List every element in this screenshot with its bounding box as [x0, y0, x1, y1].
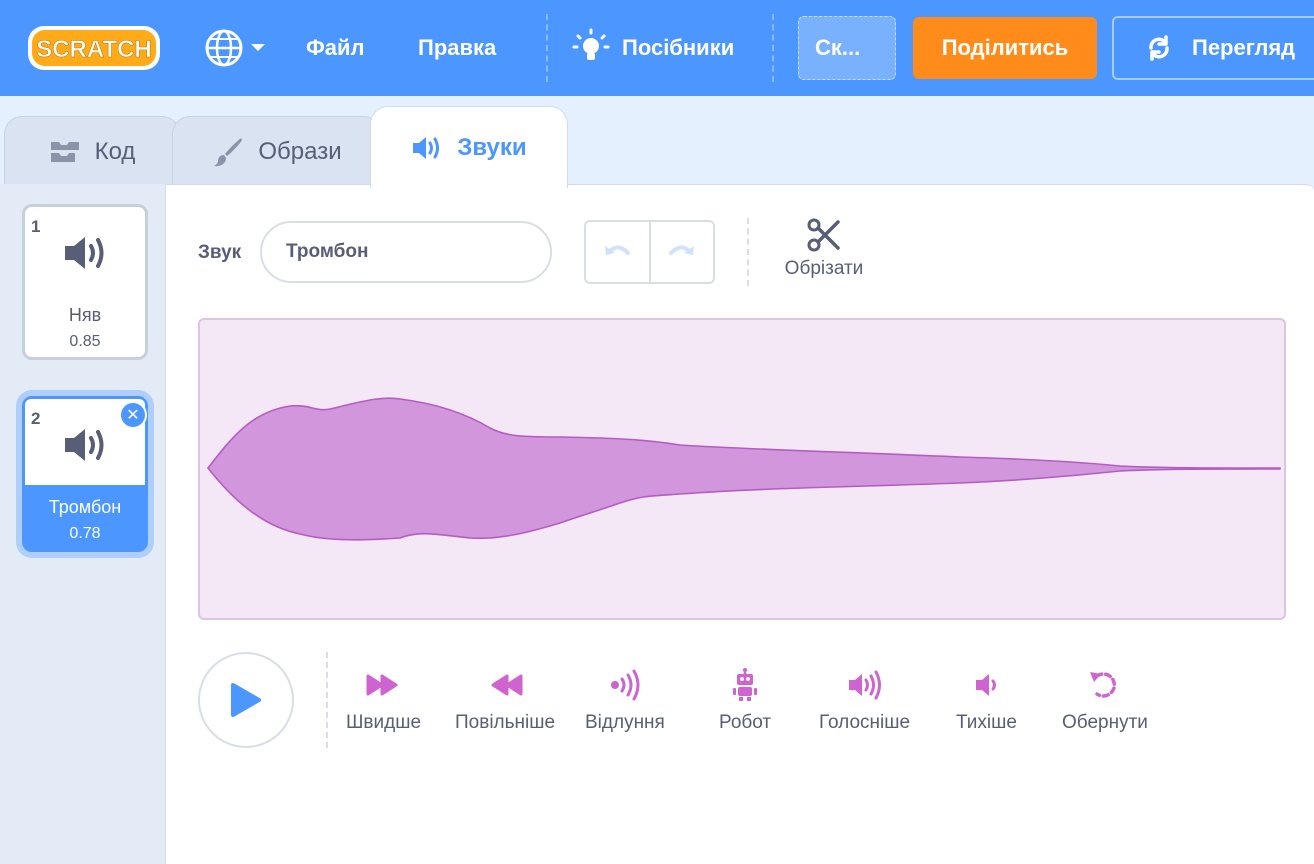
tab-code[interactable]: Код — [4, 116, 180, 186]
arrows-circle-icon — [1149, 35, 1169, 61]
sound-duration: 0.78 — [69, 525, 101, 542]
effects-divider — [326, 652, 328, 748]
tutorials-label: Посібники — [622, 35, 735, 60]
sound-duration: 0.85 — [69, 333, 101, 350]
play-button[interactable] — [198, 652, 294, 748]
effect-slower-label: Повільніше — [455, 712, 556, 733]
chevron-down-icon — [251, 44, 265, 51]
redo-icon — [668, 245, 694, 255]
project-title-input[interactable]: Ск... — [798, 16, 896, 80]
tab-sounds-label: Звуки — [457, 133, 527, 161]
sound-tile[interactable]: 1 Няв 0.85 — [22, 204, 148, 360]
see-project-button[interactable]: Перегляд — [1112, 16, 1314, 80]
speaker-icon — [413, 136, 440, 159]
effect-echo-button[interactable]: Відлуння — [585, 668, 665, 740]
sound-index: 2 — [31, 409, 41, 428]
effect-robot-label: Робот — [719, 712, 772, 733]
effect-reverse-button[interactable]: Обернути — [1062, 668, 1148, 740]
tab-sounds[interactable]: Звуки — [370, 106, 568, 188]
effect-softer-label: Тихіше — [956, 712, 1017, 733]
rewind-icon — [491, 674, 523, 696]
sound-name: Няв — [68, 305, 102, 325]
tab-costumes[interactable]: Образи — [172, 116, 382, 186]
speaker-icon — [65, 237, 104, 269]
play-icon — [231, 683, 261, 717]
effect-faster-button[interactable]: Швидше — [346, 668, 421, 740]
language-menu[interactable] — [204, 26, 274, 70]
share-button[interactable]: Поділитись — [913, 17, 1097, 79]
trim-label: Обрізати — [784, 258, 864, 279]
sound-index: 1 — [31, 217, 41, 236]
reverse-icon — [1089, 672, 1116, 698]
menu-divider — [772, 14, 774, 82]
waveform — [206, 397, 1281, 541]
sound-tile-selected[interactable]: 2 ✕ Тромбон 0.78 — [22, 396, 148, 552]
effect-softer-button[interactable]: Тихіше — [956, 668, 1017, 740]
menu-bar: SCRATCH Файл Правка Посібники Ск... Поді… — [0, 0, 1314, 96]
effect-robot-button[interactable]: Робот — [719, 668, 771, 740]
scratch-logo[interactable]: SCRATCH — [26, 22, 162, 74]
lightbulb-icon — [572, 28, 610, 60]
waveform-container[interactable] — [198, 318, 1286, 620]
tab-costumes-label: Образи — [258, 137, 342, 165]
code-blocks-icon — [50, 141, 79, 162]
scissors-icon — [807, 218, 840, 252]
effect-louder-label: Голосніше — [819, 712, 911, 733]
effect-faster-label: Швидше — [346, 712, 422, 733]
delete-sound-button[interactable]: ✕ — [119, 401, 147, 429]
sound-name-label: Звук — [198, 242, 242, 263]
softer-icon — [976, 674, 997, 696]
effect-reverse-label: Обернути — [1062, 712, 1148, 733]
menu-edit[interactable]: Правка — [418, 0, 496, 96]
sound-list: 1 Няв 0.85 2 ✕ Тромбон 0.78 — [0, 184, 166, 864]
globe-icon — [205, 29, 243, 67]
sound-name: Тромбон — [48, 497, 122, 517]
echo-icon — [610, 669, 640, 701]
menu-file[interactable]: Файл — [306, 0, 365, 96]
tab-code-label: Код — [94, 137, 136, 165]
effect-echo-label: Відлуння — [585, 712, 665, 733]
robot-icon — [733, 668, 758, 701]
speaker-icon — [65, 429, 104, 461]
paintbrush-icon — [214, 137, 243, 166]
see-project-label: Перегляд — [1192, 35, 1296, 60]
tutorials-button[interactable]: Посібники — [572, 0, 734, 96]
effect-slower-button[interactable]: Повільніше — [455, 668, 555, 740]
sound-name-input[interactable] — [260, 221, 552, 283]
undo-button[interactable] — [586, 222, 649, 282]
trim-button[interactable]: Обрізати — [776, 218, 872, 288]
svg-text:SCRATCH: SCRATCH — [36, 36, 152, 63]
undo-redo-group — [584, 220, 715, 284]
fast-forward-icon — [366, 674, 398, 696]
louder-icon — [848, 670, 881, 700]
redo-button[interactable] — [648, 222, 714, 282]
waveform-shape — [206, 397, 1281, 541]
effect-louder-button[interactable]: Голосніше — [819, 668, 910, 740]
editor-divider — [747, 218, 749, 286]
close-icon: ✕ — [126, 407, 140, 424]
menu-divider — [546, 14, 548, 82]
undo-icon — [605, 245, 631, 255]
